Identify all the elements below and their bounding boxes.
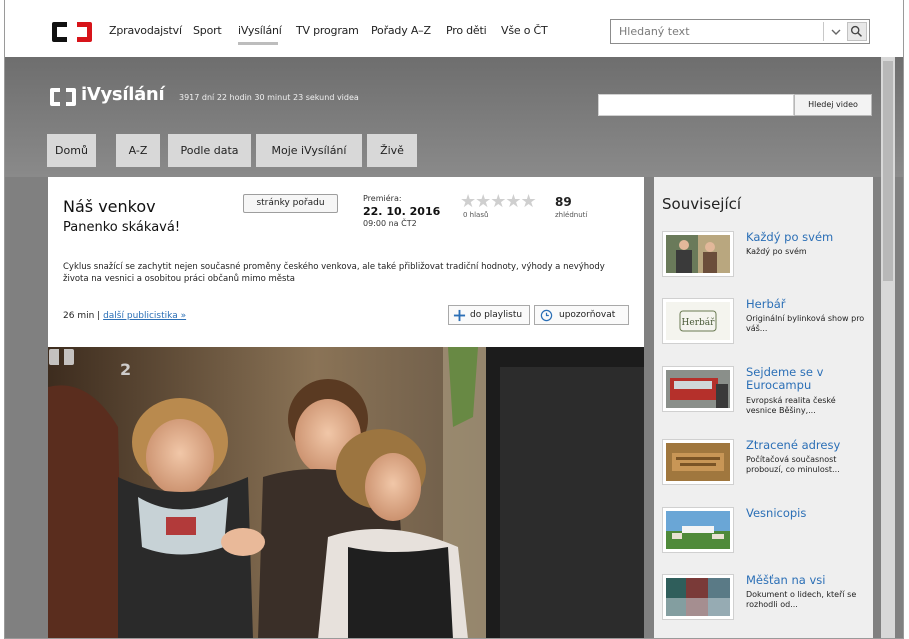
related-item-title[interactable]: Každý po svém [746,231,870,244]
village-thumb-icon[interactable] [662,507,734,553]
page-scrollbar[interactable] [881,57,895,638]
tab-podle-data[interactable]: Podle data [168,134,251,167]
tab-zive[interactable]: Živě [367,134,417,167]
nav-sport[interactable]: Sport [193,24,222,37]
herbar-thumb-icon[interactable]: Herbář [662,298,734,344]
related-item-desc: Originální bylinková show pro váš... [746,314,865,333]
sign-thumb-icon[interactable] [662,439,734,485]
video-player[interactable]: 2 [48,347,644,638]
tab-moje-ivysilani[interactable]: Moje iVysílání [256,134,362,167]
related-item[interactable]: Sejdeme se v Eurocampu Evropská realita … [662,366,872,424]
premiere-label: Premiéra: [363,194,402,203]
site-search [610,19,870,44]
related-item-title[interactable]: Měšťan na vsi [746,574,870,587]
more-publicistika-link[interactable]: další publicistika » [103,311,186,321]
channel-number: 2 [120,360,132,379]
plus-icon [453,309,466,322]
site-search-input[interactable] [611,20,821,43]
ivysilani-logo-icon[interactable] [49,86,77,108]
top-navigation: Zpravodajství Sport iVysílání TV program… [5,0,903,57]
nav-porady-a-z[interactable]: Pořady A–Z [371,24,431,37]
video-search-input[interactable] [598,94,794,116]
vote-count: 0 hlasů [463,211,489,219]
related-item-title[interactable]: Ztracené adresy [746,439,870,452]
related-item-title[interactable]: Sejdeme se v Eurocampu [746,366,870,392]
ct-logo-icon[interactable] [51,19,93,45]
related-item[interactable]: Herbář Herbář Originální bylinková show … [662,298,872,356]
related-item-desc: Každý po svém [746,247,807,256]
premiere-time: 09:00 na ČT2 [363,219,417,228]
video-stats: 3917 dní 22 hodin 30 minut 23 sekund vid… [179,93,359,102]
nav-pro-deti[interactable]: Pro děti [446,24,487,37]
search-button[interactable] [847,22,867,41]
nav-ivysilani[interactable]: iVysílání [238,24,282,37]
nav-vse-o-ct[interactable]: Vše o ČT [501,24,548,37]
svg-text:Herbář: Herbář [682,317,716,328]
related-item-desc: Počítačová současnost probouzí, co minul… [746,455,840,474]
related-item-title[interactable]: Herbář [746,298,870,311]
notify-button[interactable]: upozorňovat [534,305,629,325]
view-count: 89 [555,195,572,209]
browser-frame: Zpravodajství Sport iVysílání TV program… [4,0,904,639]
video-search-button[interactable]: Hledej video [794,94,872,116]
ivysilani-header: iVysílání 3917 dní 22 hodin 30 minut 23 … [5,57,903,177]
ct2-channel-icon [49,349,74,365]
related-heading: Související [662,195,742,213]
tab-domu[interactable]: Domů [47,134,96,167]
search-divider [823,22,824,41]
related-item-desc: Dokument o lidech, kteří se rozhodli od.… [746,590,857,609]
related-sidebar: Související Každý po svém Každý po svém [654,177,873,638]
related-item-title[interactable]: Vesnicopis [746,507,870,520]
program-panel: Náš venkov Panenko skákavá! stránky pořa… [48,177,644,347]
clock-icon [540,309,553,322]
bus-thumb-icon[interactable] [662,366,734,412]
duration: 26 min [63,311,95,321]
episode-title: Panenko skákavá! [63,220,181,235]
chevron-down-icon[interactable] [827,23,845,40]
related-item-desc: Evropská realita české vesnice Běšiny,..… [746,396,836,415]
nav-tv-program[interactable]: TV program [296,24,359,37]
notify-label: upozorňovat [559,310,616,320]
tab-a-z[interactable]: A-Z [116,134,160,167]
program-title: Náš venkov [63,197,156,216]
duration-row: 26 min | další publicistika » [63,311,186,321]
rating-stars[interactable]: ★★★★★ [460,191,537,212]
scrollbar-thumb[interactable] [883,61,893,281]
premiere-date: 22. 10. 2016 [363,205,441,218]
numbers-thumb-icon[interactable] [662,574,734,620]
add-to-playlist-button[interactable]: do playlistu [448,305,530,325]
ivysilani-brand[interactable]: iVysílání [81,84,165,105]
related-item[interactable]: Každý po svém Každý po svém [662,231,872,289]
people-thumb-icon[interactable] [662,231,734,277]
program-page-button[interactable]: stránky pořadu [243,194,338,213]
video-frame-image [48,347,644,638]
active-nav-indicator [238,42,278,45]
related-item[interactable]: Měšťan na vsi Dokument o lidech, kteří s… [662,574,872,632]
nav-zpravodajstvi[interactable]: Zpravodajství [109,24,182,37]
search-icon [850,25,862,37]
playlist-label: do playlistu [470,310,523,320]
related-item[interactable]: Vesnicopis [662,507,872,565]
view-count-label: zhlédnutí [555,211,588,219]
related-item[interactable]: Ztracené adresy Počítačová současnost pr… [662,439,872,497]
program-description: Cyklus snažící se zachytit nejen současn… [63,262,605,284]
